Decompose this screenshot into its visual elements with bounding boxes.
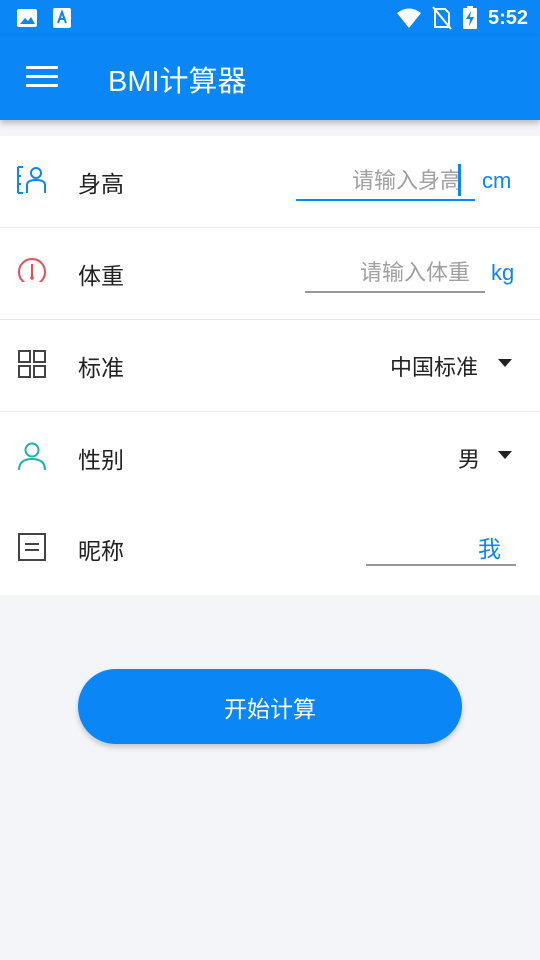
weight-input[interactable] xyxy=(308,256,470,290)
height-unit: cm xyxy=(482,168,512,193)
weight-label: 体重 xyxy=(78,264,124,290)
text-cursor xyxy=(458,164,461,196)
no-sim-icon xyxy=(432,6,452,30)
clock-time: 5:52 xyxy=(487,6,528,29)
calculate-button[interactable]: 开始计算 xyxy=(78,669,462,744)
app-title: BMI计算器 xyxy=(108,66,247,98)
height-row: 身高 cm xyxy=(0,136,540,228)
weight-input-underline xyxy=(305,291,485,293)
height-label: 身高 xyxy=(78,172,124,198)
standard-dropdown-icon[interactable] xyxy=(498,359,512,367)
font-icon xyxy=(53,8,71,28)
nickname-input-underline xyxy=(366,564,516,566)
bmi-form: 身高 cm 体重 kg 标准 中国标准 性别 xyxy=(0,136,540,595)
nickname-label: 昵称 xyxy=(78,539,124,565)
nickname-input[interactable]: 我 xyxy=(478,530,501,564)
gender-select-value[interactable]: 男 xyxy=(458,442,480,474)
battery-charging-icon xyxy=(462,6,477,29)
grid-icon xyxy=(18,350,46,378)
person-icon xyxy=(18,442,46,471)
gender-dropdown-icon[interactable] xyxy=(498,451,512,459)
height-input-underline xyxy=(296,199,475,201)
gender-label: 性别 xyxy=(78,448,124,474)
standard-select-value[interactable]: 中国标准 xyxy=(390,350,478,382)
gender-row[interactable]: 性别 男 xyxy=(0,412,540,503)
height-measure-icon xyxy=(17,166,46,194)
gallery-icon xyxy=(17,9,37,27)
status-bar: 5:52 xyxy=(0,0,540,36)
gauge-icon xyxy=(18,258,46,288)
app-bar: BMI计算器 xyxy=(0,36,540,120)
nickname-row: 昵称 我 xyxy=(0,503,540,595)
standard-label: 标准 xyxy=(78,356,124,382)
height-input[interactable] xyxy=(300,164,462,198)
weight-row: 体重 kg xyxy=(0,228,540,320)
standard-row[interactable]: 标准 中国标准 xyxy=(0,320,540,412)
document-icon xyxy=(18,533,46,561)
wifi-icon xyxy=(396,8,421,28)
menu-icon[interactable] xyxy=(26,66,58,90)
weight-unit: kg xyxy=(491,260,515,285)
